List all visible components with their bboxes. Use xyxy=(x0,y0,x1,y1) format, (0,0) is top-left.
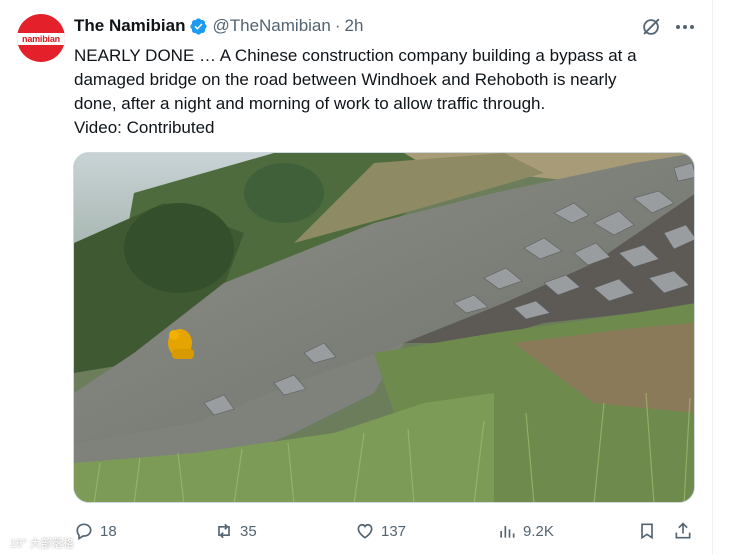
reply-count: 18 xyxy=(100,522,117,540)
reply-button[interactable]: 18 xyxy=(74,518,117,544)
heart-icon xyxy=(357,523,373,539)
tweet-text-line: Video: Contributed xyxy=(74,118,215,137)
views-count: 9.2K xyxy=(523,522,554,540)
separator-dot: · xyxy=(334,16,341,35)
tweet-text-line: done, after a night and morning of work … xyxy=(74,94,546,113)
display-name[interactable]: The Namibian xyxy=(74,16,185,36)
bookmark-button[interactable] xyxy=(637,518,663,544)
timestamp[interactable]: 2h xyxy=(345,16,364,36)
views-chart-icon xyxy=(500,526,515,538)
avatar[interactable]: namibian xyxy=(17,14,65,62)
tweet-text: NEARLY DONE … A Chinese construction com… xyxy=(74,44,702,140)
grok-icon[interactable] xyxy=(640,16,662,38)
watermark: 15° 大部落格 xyxy=(10,538,74,550)
views-button[interactable]: 9.2K xyxy=(497,518,554,544)
timeline-divider xyxy=(712,0,713,555)
video-frame-image xyxy=(74,153,694,502)
handle[interactable]: @TheNamibian xyxy=(212,16,330,36)
tweet-header: The Namibian @TheNamibian · 2h xyxy=(74,15,363,37)
video-media[interactable] xyxy=(73,152,695,503)
tweet-text-line: damaged bridge on the road between Windh… xyxy=(74,70,617,89)
like-count: 137 xyxy=(381,522,407,540)
repost-count: 35 xyxy=(240,522,257,540)
verified-badge-icon xyxy=(190,17,208,35)
repost-icon xyxy=(218,523,230,539)
more-icon[interactable] xyxy=(673,16,697,38)
share-button[interactable] xyxy=(673,518,699,544)
reply-icon xyxy=(76,523,92,540)
bookmark-icon xyxy=(641,523,653,540)
avatar-logo-text: namibian xyxy=(22,34,60,44)
repost-button[interactable]: 35 xyxy=(214,518,257,544)
action-bar: 18 35 137 9.2K xyxy=(74,518,700,544)
tweet-text-line: NEARLY DONE … A Chinese construction com… xyxy=(74,46,637,65)
share-icon xyxy=(675,522,691,539)
like-button[interactable]: 137 xyxy=(355,518,406,544)
